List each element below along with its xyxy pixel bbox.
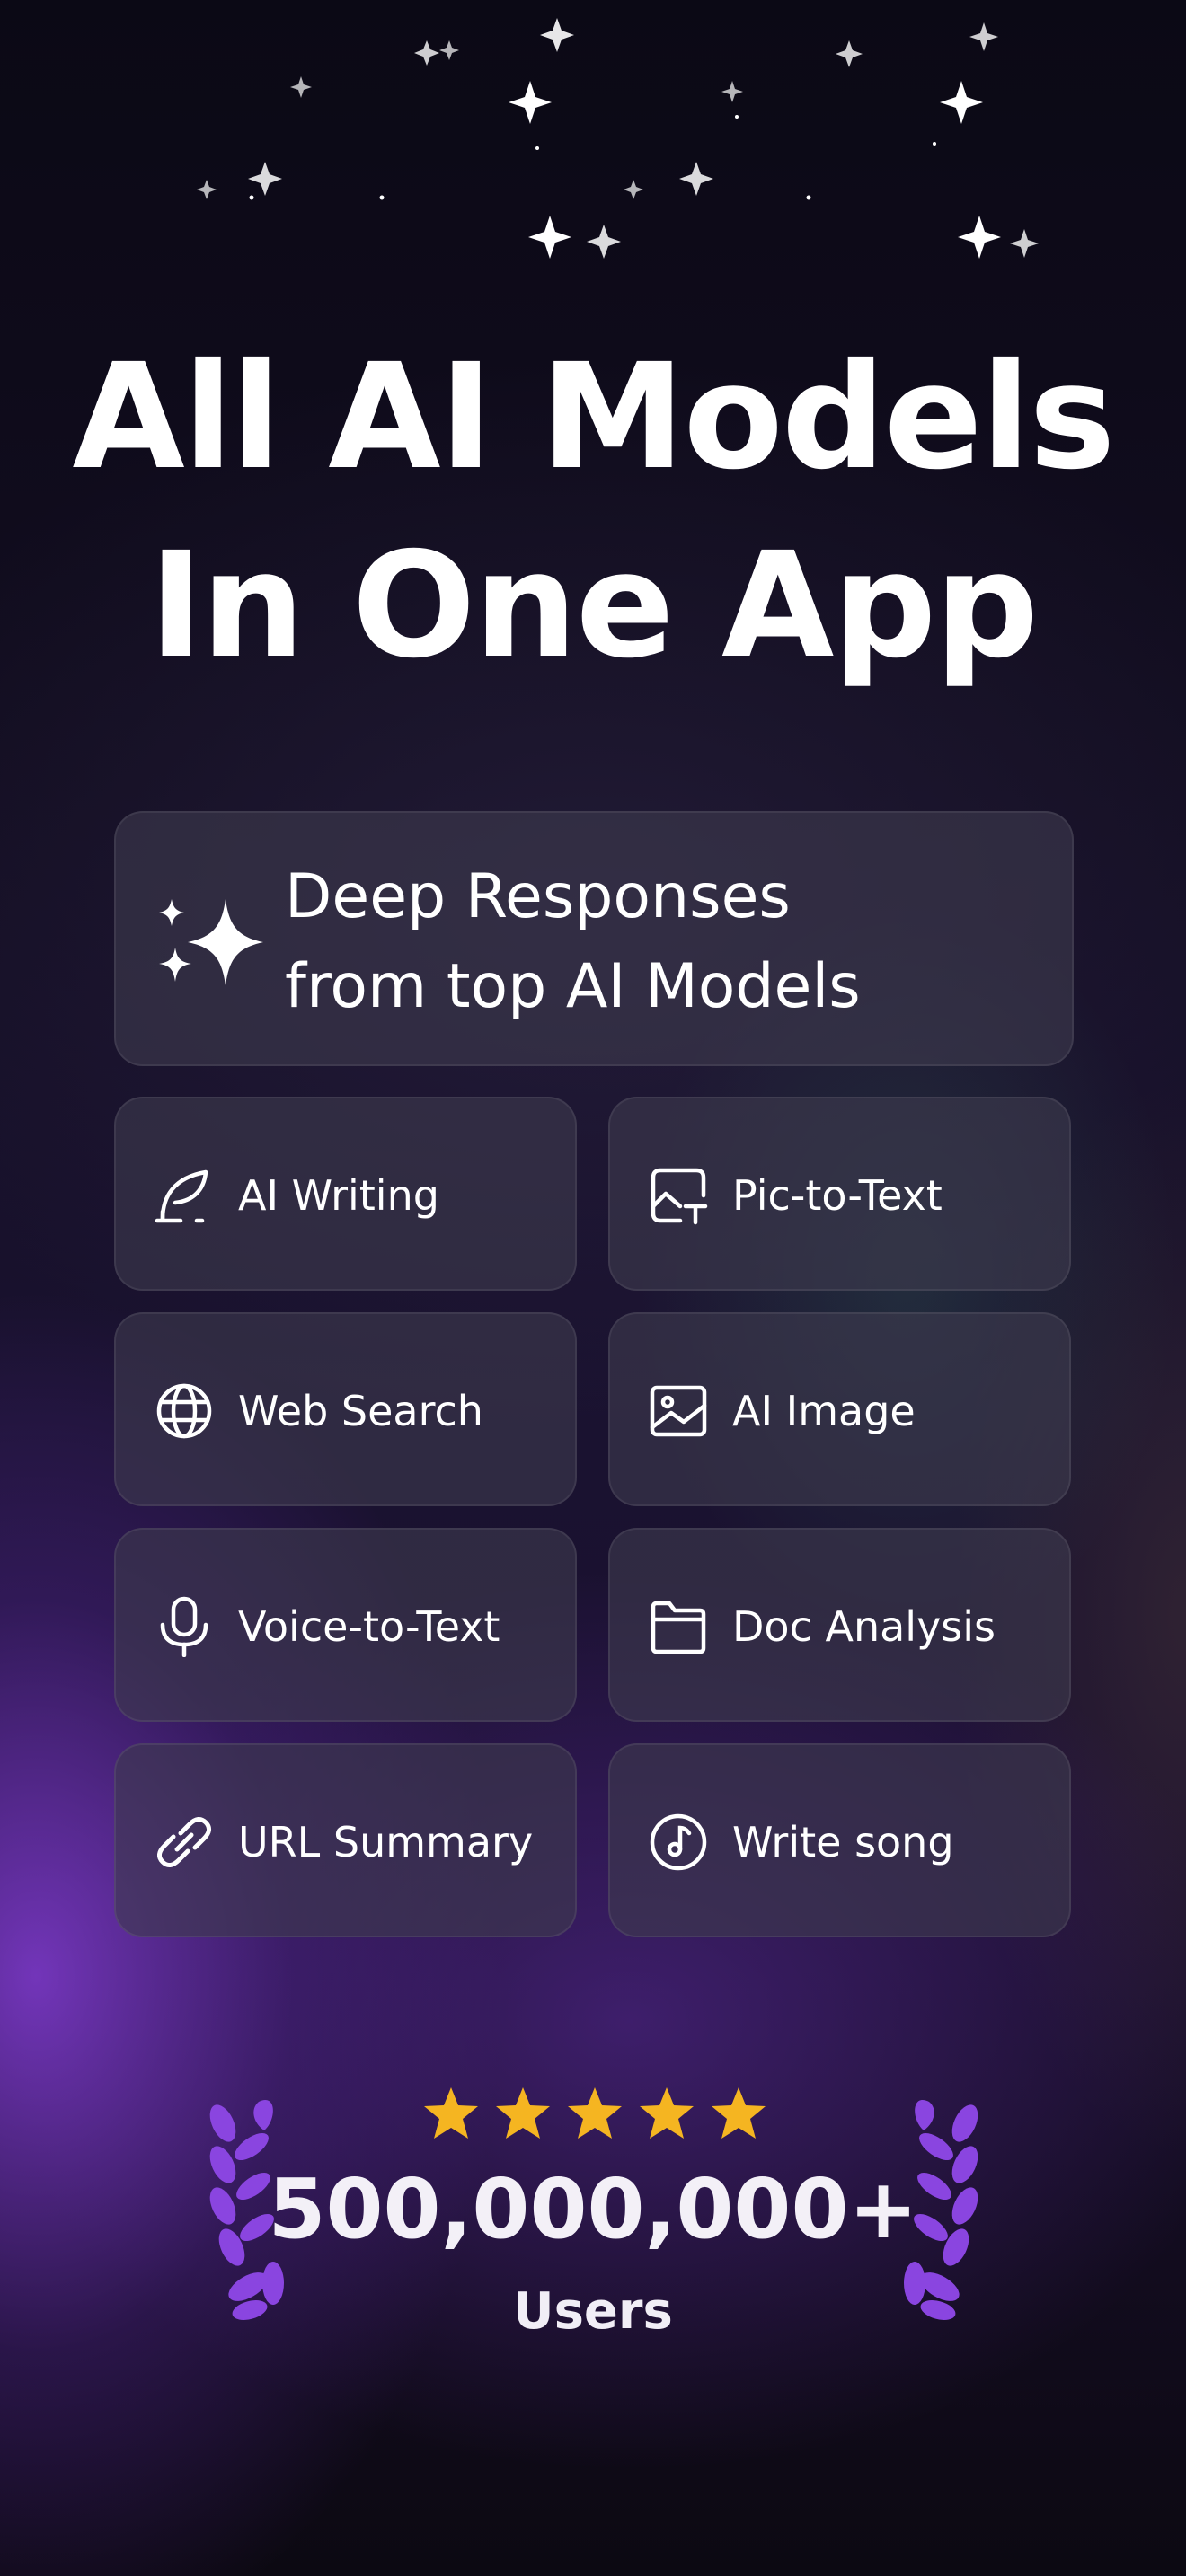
quill-icon [155,1169,208,1223]
user-count: 500,000,000+ [268,2161,918,2257]
hero-line-2: from top AI Models [285,951,861,1022]
feature-label: Voice-to-Text [238,1602,500,1651]
folder-icon [651,1601,706,1654]
image-icon [650,1385,707,1437]
star-icon [640,2087,694,2139]
feature-pic-to-text[interactable]: Pic-to-Text [608,1097,1071,1291]
image-to-text-icon [651,1168,708,1225]
headline-line-2: In One App [148,522,1040,691]
feature-doc-analysis[interactable]: Doc Analysis [608,1528,1071,1722]
feature-web-search[interactable]: Web Search [114,1312,577,1506]
starfield [197,18,1039,259]
feature-label: URL Summary [238,1818,534,1866]
feature-url-summary[interactable]: URL Summary [114,1743,577,1937]
star-icon [424,2087,478,2139]
hero-line-1: Deep Responses [285,861,791,932]
star-icon [568,2087,622,2139]
feature-label: AI Writing [238,1171,439,1220]
sparkle-icon [159,899,263,985]
link-icon [157,1817,211,1867]
rating-stars [424,2087,766,2139]
headline-line-1: All AI Models [72,333,1115,502]
feature-label: AI Image [732,1387,916,1435]
feature-label: Write song [732,1818,954,1866]
feature-label: Web Search [238,1387,483,1435]
feature-ai-image[interactable]: AI Image [608,1312,1071,1506]
feature-label: Doc Analysis [732,1602,996,1651]
globe-icon [156,1383,212,1439]
feature-label: Pic-to-Text [732,1171,943,1220]
star-icon [712,2087,766,2139]
music-note-icon [650,1813,707,1871]
feature-ai-writing[interactable]: AI Writing [114,1097,577,1291]
microphone-icon [160,1596,208,1657]
feature-write-song[interactable]: Write song [608,1743,1071,1937]
deep-responses-text: Deep Responses from top AI Models [285,852,861,1032]
feature-voice-to-text[interactable]: Voice-to-Text [114,1528,577,1722]
deep-responses-card[interactable]: Deep Responses from top AI Models [114,811,1074,1066]
star-icon [496,2087,550,2139]
user-count-label: Users [513,2282,673,2341]
